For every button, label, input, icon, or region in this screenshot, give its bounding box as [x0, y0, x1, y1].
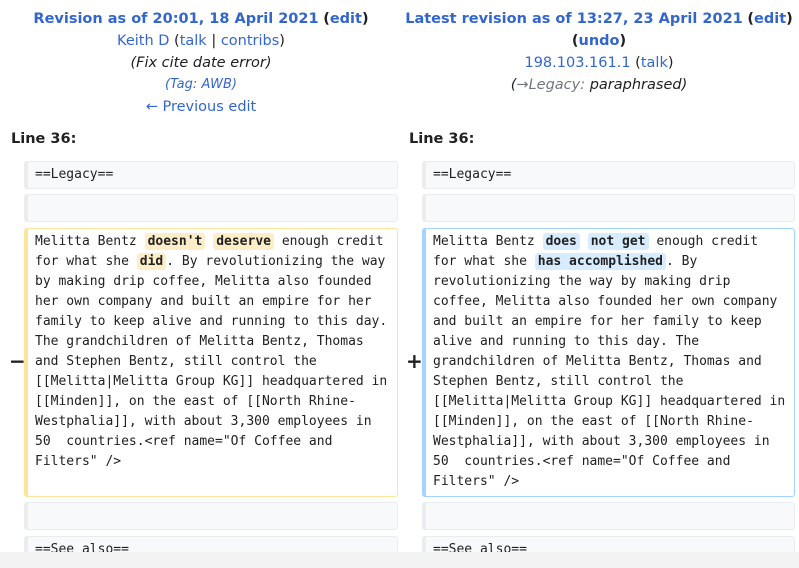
undo-link[interactable]: undo	[579, 33, 620, 49]
old-revision-tags: (Tag: AWB)	[165, 77, 237, 92]
new-revision-user-link[interactable]: 198.103.161.1	[524, 55, 630, 71]
deleted-word: deserve	[213, 233, 274, 250]
deleted-word: did	[136, 253, 167, 270]
deleted-line: Melitta Bentz doesn't deserve enough cre…	[24, 228, 398, 497]
summary-text: paraphrased	[589, 77, 682, 93]
added-word: has accomplished	[534, 253, 666, 270]
new-revision-link[interactable]: Latest revision as of 13:27, 23 April 20…	[405, 11, 743, 27]
line-number-left: Line 36:	[11, 131, 77, 147]
added-word: not get	[587, 233, 649, 250]
deleted-text: Melitta Bentz	[35, 234, 145, 249]
new-revision-header: Latest revision as of 13:27, 23 April 20…	[398, 8, 799, 96]
old-revision-talk-link[interactable]: talk	[180, 33, 207, 49]
old-revision-edit-link[interactable]: edit	[330, 11, 362, 27]
context-empty-right-2	[422, 502, 795, 530]
new-revision-user-line: 198.103.161.1 (talk)	[524, 55, 674, 71]
new-revision-undo-line: (undo)	[571, 33, 627, 49]
tag-prefix: Tag:	[170, 77, 198, 92]
context-empty-right	[422, 194, 795, 222]
old-revision-user-line: Keith D (talk | contribs)	[117, 33, 285, 49]
new-revision-summary: (→Legacy: paraphrased)	[510, 77, 688, 93]
addition-marker: +	[406, 349, 423, 373]
added-word: does	[542, 233, 580, 250]
section-legacy-link[interactable]: →Legacy:	[516, 77, 585, 93]
bottom-scroll-area	[0, 552, 799, 568]
old-revision-header: Revision as of 20:01, 18 April 2021 (edi…	[0, 8, 402, 118]
new-revision-talk-link[interactable]: talk	[641, 55, 668, 71]
context-empty-left-2	[24, 502, 398, 530]
old-revision-link[interactable]: Revision as of 20:01, 18 April 2021	[33, 11, 318, 27]
context-empty-left	[24, 194, 398, 222]
added-line: Melitta Bentz does not get enough credit…	[422, 228, 795, 497]
added-text: Melitta Bentz	[433, 234, 543, 249]
old-revision-user-link[interactable]: Keith D	[117, 33, 169, 49]
old-revision-contribs-link[interactable]: contribs	[221, 33, 279, 49]
context-line-right: ==Legacy==	[422, 161, 795, 189]
line-number-right: Line 36:	[409, 131, 475, 147]
previous-edit-link[interactable]: ← Previous edit	[146, 99, 257, 115]
deleted-text: . By revolutionizing the way by making d…	[35, 254, 396, 469]
added-text: . By revolutionizing the way by making d…	[433, 254, 794, 489]
deleted-word: doesn't	[144, 233, 206, 250]
context-line-left: ==Legacy==	[24, 161, 398, 189]
old-revision-summary: (Fix cite date error)	[130, 55, 272, 71]
tag-awb-link[interactable]: AWB	[201, 77, 231, 92]
new-revision-edit-link[interactable]: edit	[754, 11, 786, 27]
new-revision-title-line: Latest revision as of 13:27, 23 April 20…	[405, 11, 793, 27]
old-revision-title-line: Revision as of 20:01, 18 April 2021 (edi…	[33, 11, 369, 27]
